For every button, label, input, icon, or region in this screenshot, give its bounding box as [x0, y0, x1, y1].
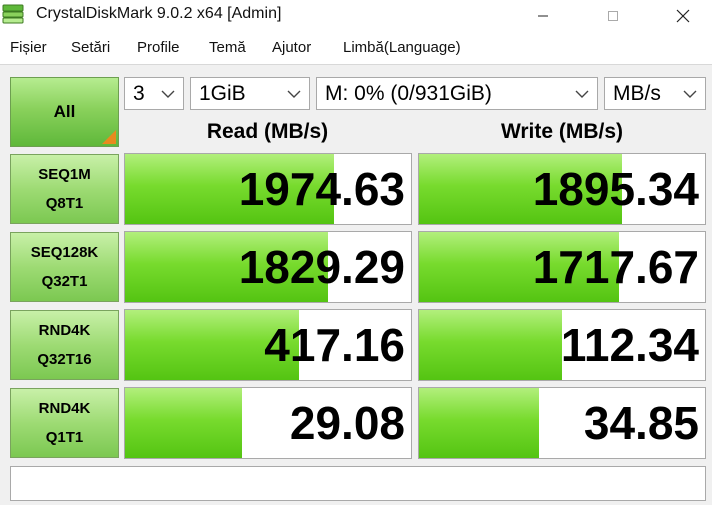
- chevron-down-icon: [161, 90, 175, 98]
- write-result-cell: 34.85: [418, 387, 706, 459]
- run-all-button[interactable]: All: [10, 77, 119, 147]
- unit-value: MB/s: [613, 82, 661, 105]
- write-result-bar: [419, 310, 562, 380]
- menu-bar: Fișier Setări Profile Temă Ajutor Limbă(…: [0, 35, 712, 61]
- write-result-bar: [419, 388, 540, 458]
- menu-language[interactable]: Limbă(Language): [343, 39, 461, 56]
- read-result-value: 29.08: [289, 397, 405, 449]
- read-result-cell: 1829.29: [124, 231, 412, 303]
- write-result-value: 112.34: [560, 319, 699, 371]
- test-name-label: SEQ128K: [30, 244, 99, 261]
- minimize-button[interactable]: [520, 0, 566, 32]
- close-button[interactable]: [660, 0, 706, 32]
- chevron-down-icon: [287, 90, 301, 98]
- minimize-icon: [538, 15, 548, 17]
- test-size-value: 1GiB: [199, 82, 246, 105]
- write-result-value: 1717.67: [532, 241, 699, 293]
- read-result-value: 1829.29: [238, 241, 405, 293]
- maximize-icon: [608, 11, 618, 21]
- test-rnd4k-q32t16-button[interactable]: RND4K Q32T16: [10, 310, 119, 380]
- maximize-button[interactable]: [590, 0, 636, 32]
- drive-select[interactable]: M: 0% (0/931GiB): [316, 77, 598, 110]
- write-result-cell: 1895.34: [418, 153, 706, 225]
- test-queue-label: Q8T1: [45, 195, 84, 212]
- write-result-cell: 112.34: [418, 309, 706, 381]
- chevron-down-icon: [575, 90, 589, 98]
- test-name-label: RND4K: [38, 322, 91, 339]
- window-title: CrystalDiskMark 9.0.2 x64 [Admin]: [36, 5, 282, 22]
- crystaldiskmark-app-icon: [2, 4, 24, 24]
- test-seq1m-q8t1-button[interactable]: SEQ1M Q8T1: [10, 154, 119, 224]
- test-size-select[interactable]: 1GiB: [190, 77, 310, 110]
- corner-marker-icon: [102, 130, 116, 144]
- test-queue-label: Q32T1: [41, 273, 88, 290]
- read-result-bar: [125, 388, 243, 458]
- test-count-select[interactable]: 3: [124, 77, 184, 110]
- write-result-cell: 1717.67: [418, 231, 706, 303]
- read-result-value: 1974.63: [238, 163, 405, 215]
- test-seq128k-q32t1-button[interactable]: SEQ128K Q32T1: [10, 232, 119, 302]
- drive-value: M: 0% (0/931GiB): [325, 82, 492, 105]
- menu-settings[interactable]: Setări: [71, 39, 110, 56]
- menu-theme[interactable]: Temă: [209, 39, 246, 56]
- test-rnd4k-q1t1-button[interactable]: RND4K Q1T1: [10, 388, 119, 458]
- test-queue-label: Q32T16: [37, 351, 92, 368]
- write-result-value: 1895.34: [532, 163, 699, 215]
- run-all-label: All: [53, 102, 76, 121]
- read-result-cell: 417.16: [124, 309, 412, 381]
- write-column-header: Write (MB/s): [500, 120, 624, 143]
- title-bar: CrystalDiskMark 9.0.2 x64 [Admin]: [0, 0, 712, 32]
- read-result-cell: 29.08: [124, 387, 412, 459]
- chevron-down-icon: [683, 90, 697, 98]
- menu-help[interactable]: Ajutor: [272, 39, 311, 56]
- test-queue-label: Q1T1: [45, 429, 84, 446]
- unit-select[interactable]: MB/s: [604, 77, 706, 110]
- read-column-header: Read (MB/s): [206, 120, 329, 143]
- read-result-cell: 1974.63: [124, 153, 412, 225]
- test-name-label: SEQ1M: [38, 166, 91, 183]
- test-count-value: 3: [133, 82, 145, 105]
- menu-profile[interactable]: Profile: [137, 39, 180, 56]
- menu-file[interactable]: Fișier: [10, 39, 47, 56]
- close-icon: [676, 9, 690, 23]
- write-result-value: 34.85: [583, 397, 699, 449]
- test-name-label: RND4K: [38, 400, 91, 417]
- comment-input[interactable]: [10, 466, 706, 501]
- read-result-value: 417.16: [264, 319, 405, 371]
